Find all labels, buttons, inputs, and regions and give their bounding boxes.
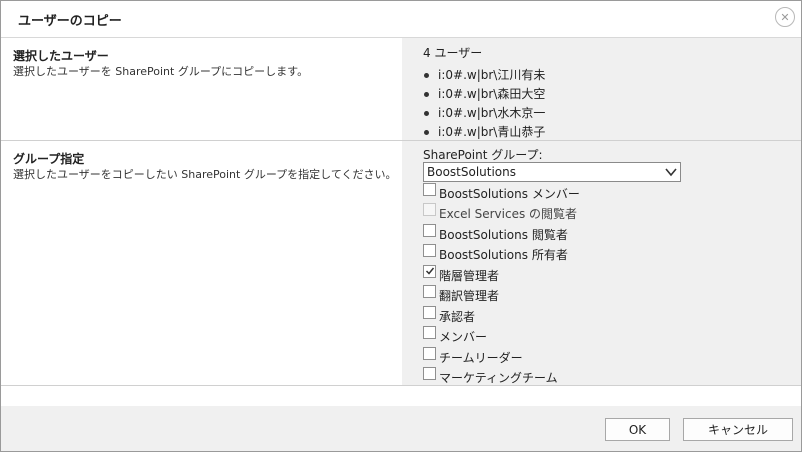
selected-users-panel: 4 ユーザー i:0#.w|br\江川有未 i:0#.w|br\森田大空 i:0#.… bbox=[402, 38, 801, 140]
group-spec-panel: SharePoint グループ: BoostSolutions BoostSol… bbox=[402, 141, 801, 385]
user-list-item: i:0#.w|br\森田大空 bbox=[424, 85, 545, 104]
group-checkbox-row: メンバー bbox=[423, 326, 580, 348]
user-name: i:0#.w|br\森田大空 bbox=[438, 87, 546, 101]
user-list-item: i:0#.w|br\江川有未 bbox=[424, 66, 545, 85]
group-checkbox[interactable] bbox=[423, 244, 436, 258]
sharepoint-group-select[interactable]: BoostSolutions bbox=[423, 162, 681, 182]
user-list-item: i:0#.w|br\青山恭子 bbox=[424, 123, 545, 142]
bullet-icon bbox=[424, 111, 429, 116]
close-icon[interactable]: ✕ bbox=[775, 7, 795, 27]
group-checkbox-row: マーケティングチーム bbox=[423, 367, 580, 389]
checkmark-icon bbox=[425, 267, 434, 275]
user-name: i:0#.w|br\江川有未 bbox=[438, 68, 546, 82]
group-checkbox[interactable] bbox=[423, 346, 436, 360]
group-checkbox-label: BoostSolutions 所有者 bbox=[439, 248, 568, 263]
group-checkbox-row: チームリーダー bbox=[423, 346, 580, 368]
bullet-icon bbox=[424, 73, 429, 78]
ok-button[interactable]: OK bbox=[605, 418, 670, 441]
group-spec-info: グループ指定 選択したユーザーをコピーしたい SharePoint グループを指… bbox=[13, 151, 398, 182]
group-checkbox-label: 翻訳管理者 bbox=[439, 289, 500, 304]
selected-users-section: 選択したユーザー 選択したユーザーを SharePoint グループにコピーしま… bbox=[1, 38, 801, 141]
copy-users-dialog: ユーザーのコピー ✕ 選択したユーザー 選択したユーザーを SharePoint… bbox=[0, 0, 802, 452]
group-checkbox-label: メンバー bbox=[439, 330, 488, 345]
group-checkbox-label: Excel Services の閲覧者 bbox=[439, 207, 578, 222]
group-checkbox[interactable] bbox=[423, 223, 436, 237]
group-spec-section: グループ指定 選択したユーザーをコピーしたい SharePoint グループを指… bbox=[1, 141, 801, 386]
user-list: i:0#.w|br\江川有未 i:0#.w|br\森田大空 i:0#.w|br\水木… bbox=[424, 66, 545, 142]
group-checkbox[interactable] bbox=[423, 326, 436, 340]
group-checkbox[interactable] bbox=[423, 182, 436, 196]
bullet-icon bbox=[424, 92, 429, 97]
selected-users-heading: 選択したユーザー bbox=[13, 49, 109, 63]
group-checkbox-list: BoostSolutions メンバー Excel Services の閲覧者 Bo… bbox=[423, 182, 580, 389]
group-checkbox[interactable] bbox=[423, 305, 436, 319]
group-checkbox-row: 承認者 bbox=[423, 305, 580, 327]
group-checkbox[interactable] bbox=[423, 285, 436, 299]
group-checkbox[interactable] bbox=[423, 367, 436, 381]
group-checkbox-label: 承認者 bbox=[439, 309, 476, 324]
group-checkbox-label: BoostSolutions メンバー bbox=[439, 186, 580, 201]
user-name: i:0#.w|br\水木京一 bbox=[438, 106, 546, 120]
group-spec-heading: グループ指定 bbox=[13, 152, 85, 166]
group-checkbox-row: BoostSolutions メンバー bbox=[423, 182, 580, 204]
group-checkbox bbox=[423, 203, 436, 217]
dialog-footer: OK キャンセル bbox=[1, 406, 801, 451]
group-checkbox-row: 翻訳管理者 bbox=[423, 285, 580, 307]
dialog-title: ユーザーのコピー bbox=[18, 14, 122, 29]
dialog-titlebar: ユーザーのコピー ✕ bbox=[1, 1, 801, 38]
group-checkbox-row: 階層管理者 bbox=[423, 264, 580, 286]
group-spec-description: 選択したユーザーをコピーしたい SharePoint グループを指定してください… bbox=[13, 168, 397, 181]
selected-users-info: 選択したユーザー 選択したユーザーを SharePoint グループにコピーしま… bbox=[13, 48, 398, 79]
group-checkbox-label: チームリーダー bbox=[439, 350, 523, 365]
group-checkbox[interactable] bbox=[423, 264, 436, 278]
group-checkbox-label: 階層管理者 bbox=[439, 268, 500, 283]
selected-users-description: 選択したユーザーを SharePoint グループにコピーします。 bbox=[13, 65, 309, 78]
group-checkbox-row: BoostSolutions 所有者 bbox=[423, 244, 580, 266]
group-checkbox-row: Excel Services の閲覧者 bbox=[423, 203, 580, 225]
user-list-item: i:0#.w|br\水木京一 bbox=[424, 104, 545, 123]
user-count: 4 ユーザー bbox=[423, 46, 483, 60]
group-checkbox-label: BoostSolutions 閲覧者 bbox=[439, 227, 568, 242]
select-value: BoostSolutions bbox=[427, 165, 517, 179]
chevron-down-icon bbox=[665, 168, 677, 177]
group-checkbox-row: BoostSolutions 閲覧者 bbox=[423, 223, 580, 245]
group-checkbox-label: マーケティングチーム bbox=[439, 371, 558, 386]
bullet-icon bbox=[424, 130, 429, 135]
cancel-button[interactable]: キャンセル bbox=[683, 418, 793, 441]
user-name: i:0#.w|br\青山恭子 bbox=[438, 125, 546, 139]
sharepoint-group-label: SharePoint グループ: bbox=[423, 148, 543, 162]
